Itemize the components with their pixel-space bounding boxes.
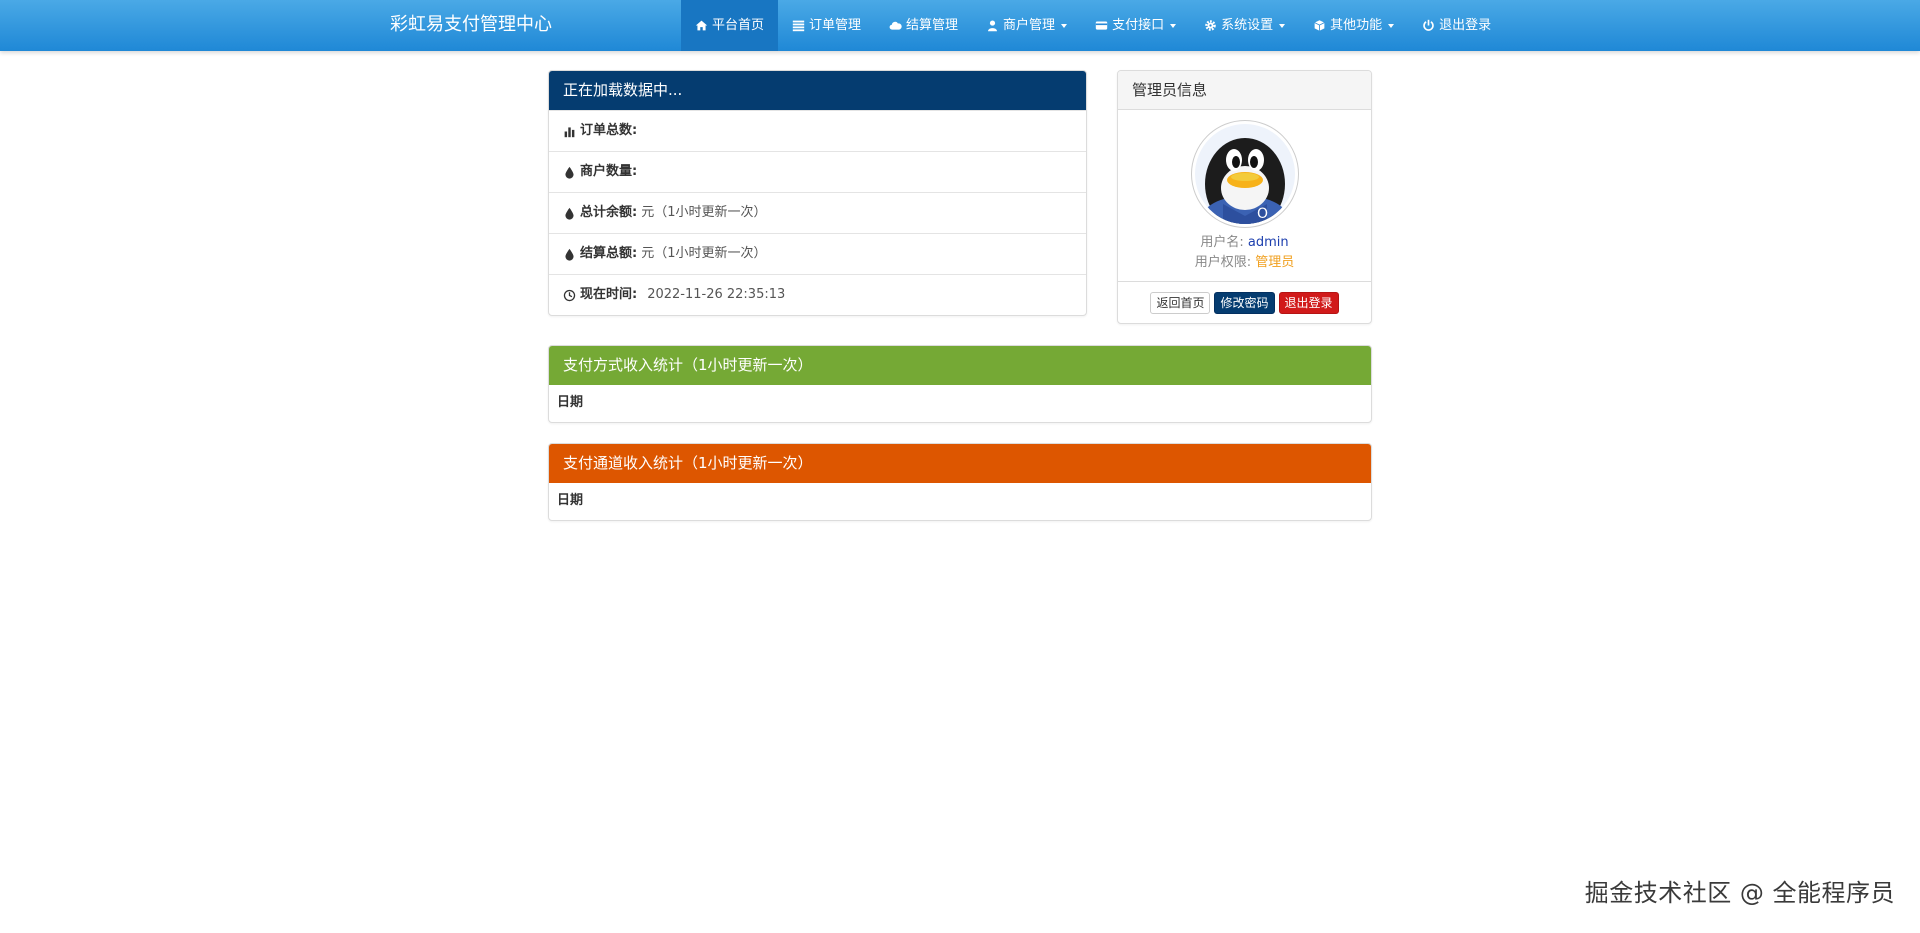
current-time: 2022-11-26 22:35:13 [647, 287, 786, 302]
stats-panel-title: 正在加载数据中... [549, 71, 1086, 110]
stat-row-time: 现在时间: 2022-11-26 22:35:13 [549, 274, 1086, 315]
nav-system-settings[interactable]: 系统设置 [1190, 0, 1299, 51]
username-value: admin [1247, 235, 1289, 250]
date-column-header: 日期 [557, 395, 584, 410]
admin-body: O 用户名: admin 用户权限: 管理员 [1118, 110, 1371, 281]
nav-home[interactable]: 平台首页 [681, 0, 779, 51]
date-column-header: 日期 [557, 493, 584, 508]
chevron-down-icon [1061, 23, 1068, 28]
stat-label: 结算总额: [580, 246, 638, 261]
chevron-down-icon [1170, 23, 1177, 28]
tint-icon [565, 207, 574, 220]
nav-merchants[interactable]: 商户管理 [972, 0, 1081, 51]
back-home-button[interactable]: 返回首页 [1150, 291, 1211, 314]
stat-row-settlement: 结算总额: 元（1小时更新一次） [549, 233, 1086, 274]
nav-merchants-label: 商户管理 [1003, 17, 1056, 33]
nav-other-functions-label: 其他功能 [1330, 17, 1383, 33]
top-navbar: 彩虹易支付管理中心 平台首页 订单管理 结算管理 商户管理 支付接口 系统设置 [0, 0, 1920, 51]
credit-card-icon [1095, 21, 1108, 30]
chevron-down-icon [1279, 23, 1286, 28]
qq-penguin-avatar-icon: O [1194, 124, 1295, 224]
stat-value: 元（1小时更新一次） [641, 205, 767, 220]
payment-channel-stats-title: 支付通道收入统计（1小时更新一次） [549, 444, 1371, 483]
user-icon [988, 20, 998, 32]
role-line: 用户权限: 管理员 [1118, 253, 1371, 273]
stat-label: 商户数量: [580, 164, 638, 179]
username-label: 用户名: [1200, 235, 1244, 250]
avatar: O [1190, 120, 1299, 228]
power-icon [1423, 19, 1434, 31]
nav-home-label: 平台首页 [712, 17, 765, 33]
role-value: 管理员 [1255, 255, 1295, 270]
main-nav: 平台首页 订单管理 结算管理 商户管理 支付接口 系统设置 其他功能 退出登录 [681, 0, 1505, 51]
tint-icon [565, 248, 574, 261]
role-label: 用户权限: [1194, 255, 1252, 270]
stat-label: 订单总数: [580, 123, 638, 138]
brand-title[interactable]: 彩虹易支付管理中心 [390, 0, 552, 51]
stat-row-merchants: 商户数量: [549, 151, 1086, 192]
watermark-text: 掘金技术社区 @ 全能程序员 [1584, 879, 1895, 907]
payment-method-stats-panel: 支付方式收入统计（1小时更新一次） 日期 [548, 345, 1372, 423]
nav-orders-label: 订单管理 [809, 17, 862, 33]
stat-row-balance: 总计余额: 元（1小时更新一次） [549, 192, 1086, 233]
gear-icon [1205, 20, 1216, 31]
svg-text:O: O [1257, 206, 1268, 222]
nav-payment-api-label: 支付接口 [1112, 17, 1165, 33]
tint-icon [565, 166, 574, 179]
list-icon [792, 20, 805, 32]
cube-icon [1314, 20, 1325, 31]
stat-label: 现在时间: [580, 287, 638, 302]
stats-panel: 正在加载数据中... 订单总数: 商户数量: 总计余额: 元（1小时更新一次） … [548, 70, 1087, 316]
bar-chart-icon [564, 126, 575, 137]
nav-payment-api[interactable]: 支付接口 [1081, 0, 1190, 51]
cloud-icon [889, 21, 902, 30]
chevron-down-icon [1388, 23, 1395, 28]
stat-row-orders: 订单总数: [549, 110, 1086, 151]
logout-button[interactable]: 退出登录 [1278, 291, 1339, 314]
stat-value: 元（1小时更新一次） [641, 246, 767, 261]
nav-settlement-label: 结算管理 [906, 17, 959, 33]
nav-system-settings-label: 系统设置 [1221, 17, 1274, 33]
nav-logout-label: 退出登录 [1439, 17, 1492, 33]
username-line: 用户名: admin [1118, 233, 1371, 253]
nav-settlement[interactable]: 结算管理 [875, 0, 972, 51]
stat-label: 总计余额: [580, 205, 638, 220]
admin-actions: 返回首页 修改密码 退出登录 [1118, 281, 1371, 323]
nav-logout[interactable]: 退出登录 [1408, 0, 1505, 51]
nav-orders[interactable]: 订单管理 [778, 0, 875, 51]
nav-other-functions[interactable]: 其他功能 [1299, 0, 1408, 51]
admin-panel-title: 管理员信息 [1118, 71, 1371, 110]
payment-channel-stats-panel: 支付通道收入统计（1小时更新一次） 日期 [548, 443, 1372, 521]
admin-info-panel: 管理员信息 O 用户名: admin 用户权限: 管理员 返回首页 修改密码 退… [1117, 70, 1372, 324]
home-icon [695, 20, 708, 31]
clock-icon [563, 289, 576, 301]
change-password-button[interactable]: 修改密码 [1214, 291, 1275, 314]
payment-method-stats-title: 支付方式收入统计（1小时更新一次） [549, 346, 1371, 385]
